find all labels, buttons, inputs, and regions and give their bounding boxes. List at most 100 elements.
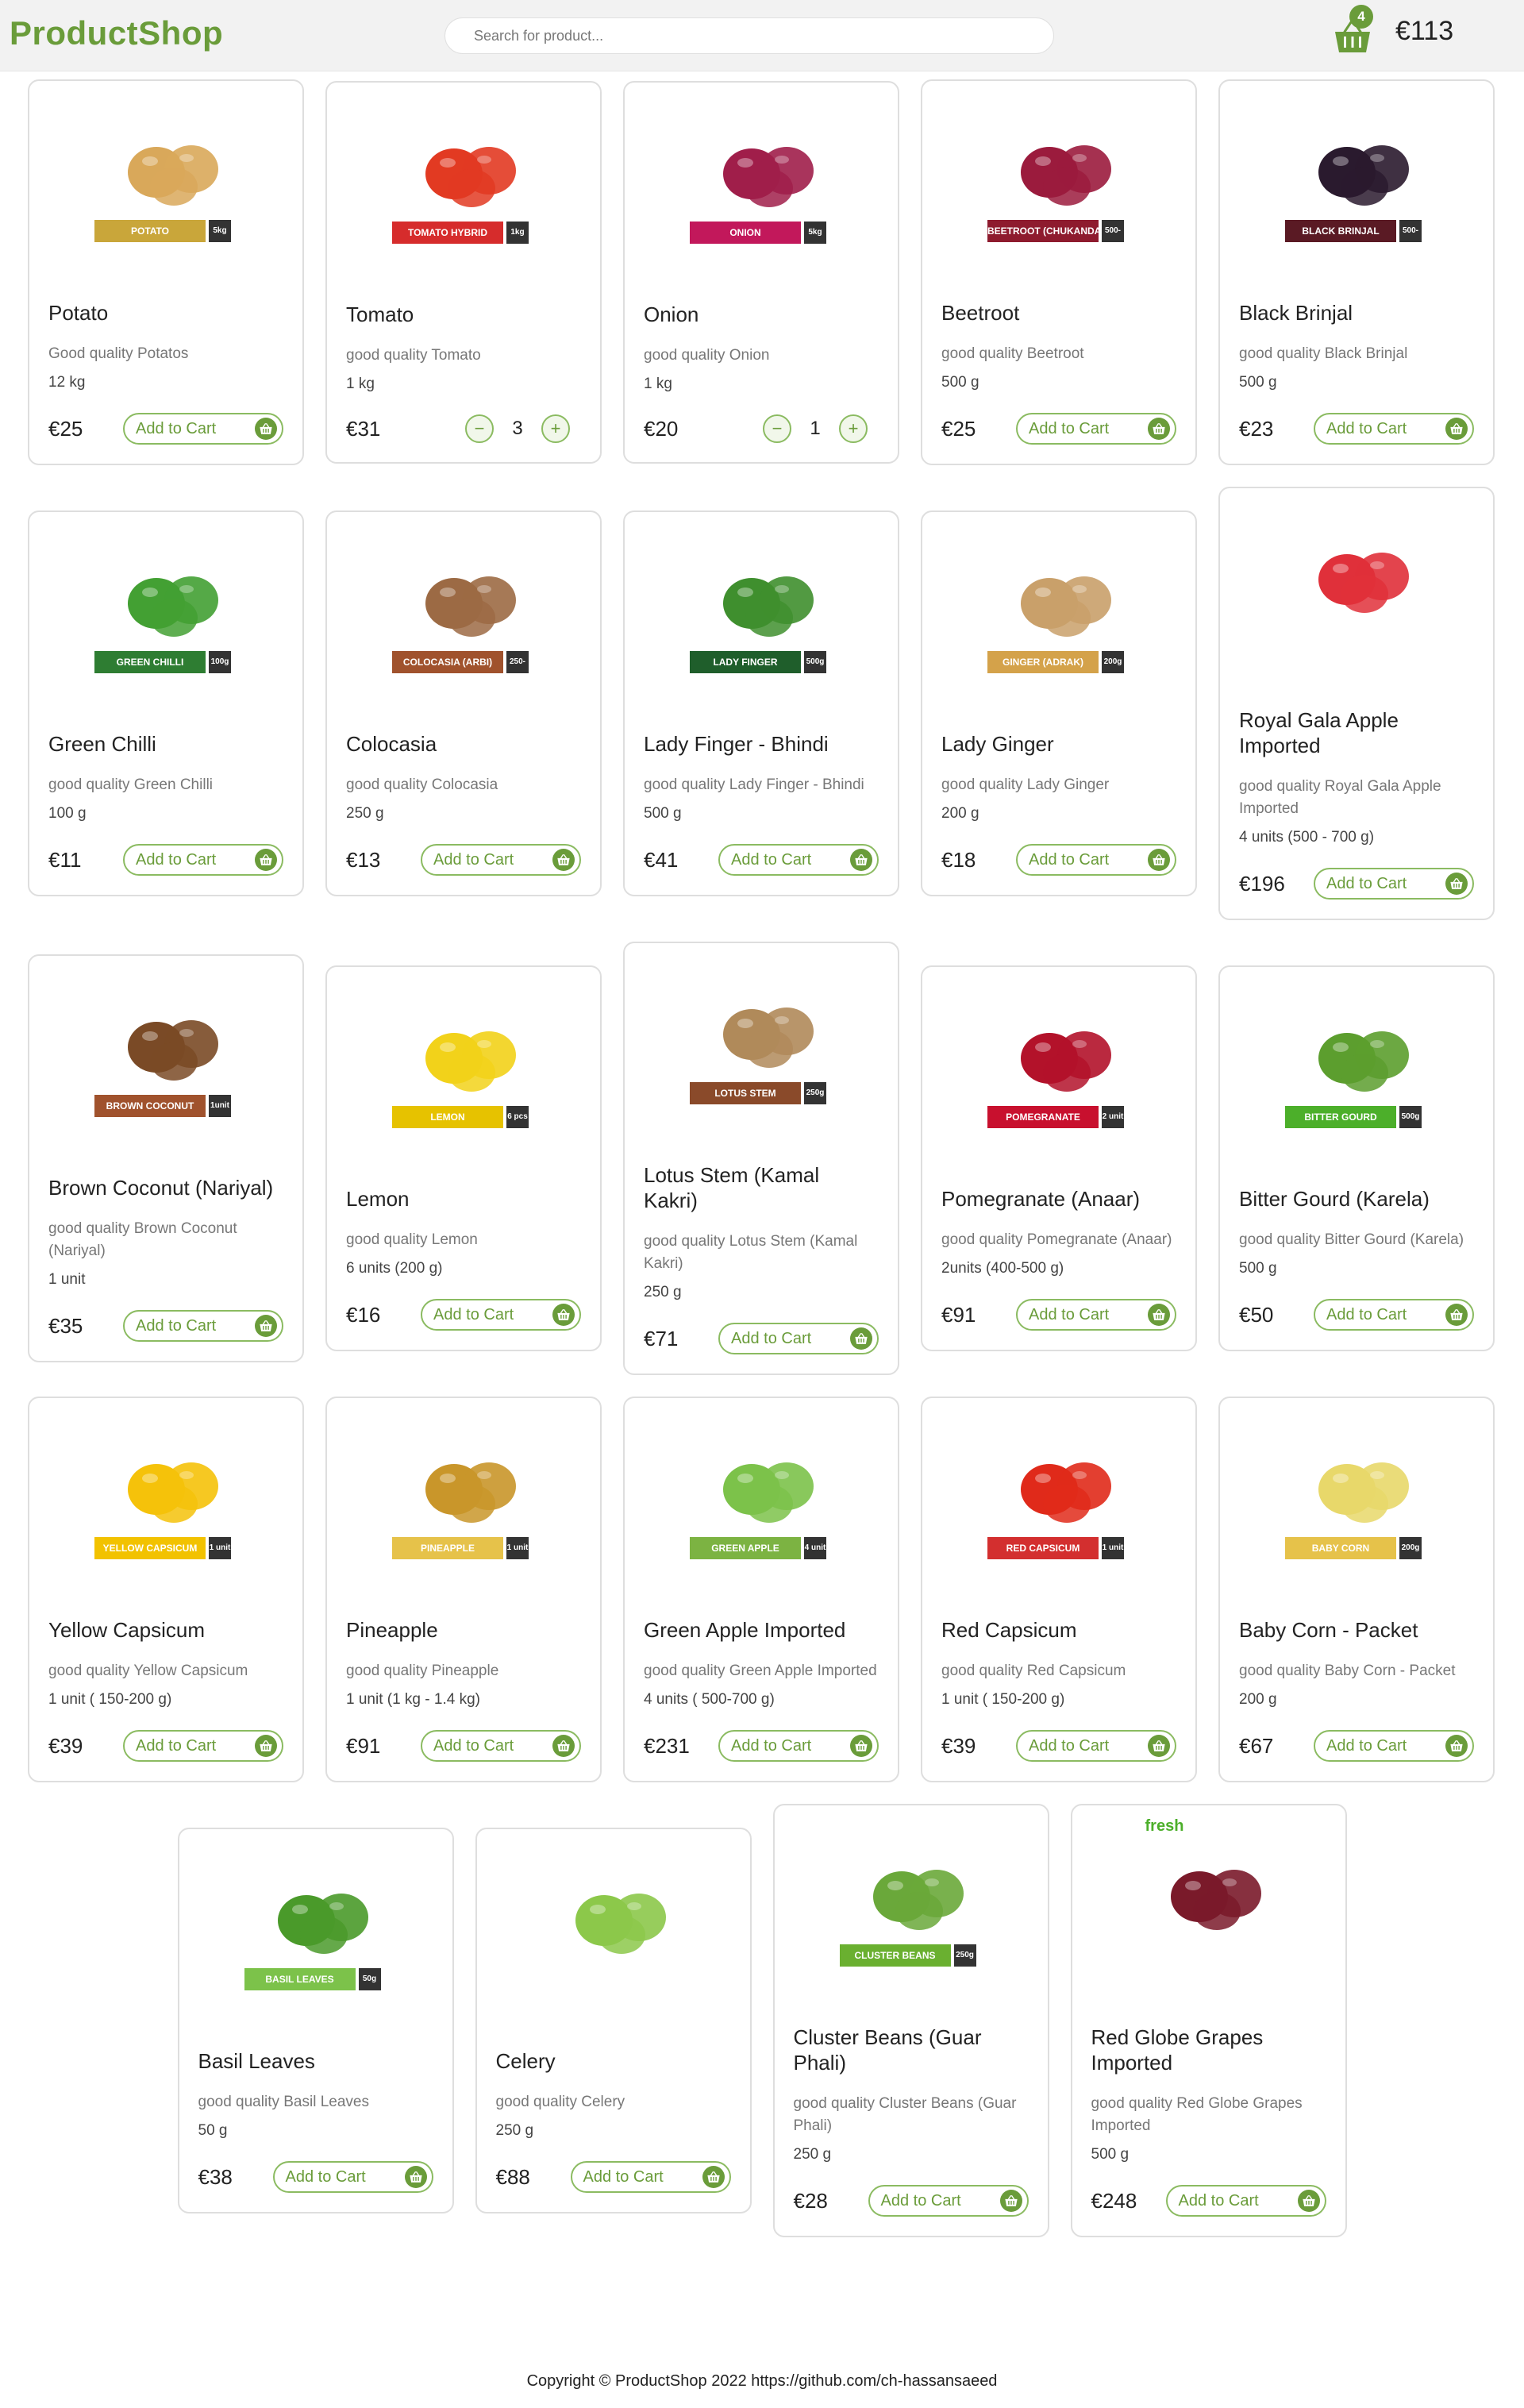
product-description: good quality Red Capsicum <box>941 1662 1126 1679</box>
quantity-stepper: −1 + <box>763 414 868 443</box>
onion-image-shape <box>723 147 814 207</box>
product-name: Pineapple <box>346 1618 438 1642</box>
basket-icon-svg <box>1153 423 1165 434</box>
product-weight-tag: 50g <box>358 1968 381 1990</box>
product-footer: €25 Add to Cart <box>48 413 283 445</box>
product-image: TOMATO HYBRID 1kg <box>346 83 581 297</box>
add-to-cart-label: Add to Cart <box>731 850 812 869</box>
product-weight-tag: 500g <box>804 651 826 673</box>
product-image <box>496 1829 731 2044</box>
colocasia-image-shape <box>425 576 516 637</box>
product-row: BASIL LEAVES 50g Basil Leaves good quality … <box>28 1804 1496 2237</box>
add-to-cart-button[interactable]: Add to Cart <box>421 1730 581 1762</box>
product-card: GREEN APPLE 4 unit Green Apple Imported goo… <box>623 1397 899 1782</box>
product-image: BEETROOT (CHUKANDAR)500-600g <box>941 81 1176 295</box>
product-label-tag: LEMON <box>392 1106 503 1128</box>
product-card: BLACK BRINJAL 500-700g Black Brinjal good q… <box>1218 79 1495 465</box>
product-name: Cluster Beans (Guar Phali) <box>793 2025 982 2075</box>
basket-icon <box>1148 1304 1170 1326</box>
add-to-cart-button[interactable]: Add to Cart <box>1314 1730 1474 1762</box>
add-to-cart-button[interactable]: Add to Cart <box>421 1299 581 1331</box>
add-to-cart-button[interactable]: Add to Cart <box>868 2185 1029 2217</box>
add-to-cart-label: Add to Cart <box>1029 1736 1110 1755</box>
product-name: Royal Gala Apple Imported <box>1239 708 1399 757</box>
basket-icon <box>255 418 277 440</box>
increase-button[interactable]: + <box>839 414 868 443</box>
product-quantity: 6 units (200 g) <box>346 1260 443 1277</box>
product-weight-tag: 1kg <box>506 222 529 244</box>
product-label-tag: RED CAPSICUM <box>987 1537 1099 1559</box>
basket-icon <box>255 1315 277 1337</box>
product-image: BITTER GOURD 500g <box>1239 967 1474 1181</box>
add-to-cart-button[interactable]: Add to Cart <box>718 1323 879 1354</box>
product-card: ONION 5kg Onion good quality Onion 1 kg €20 −1… <box>623 81 899 464</box>
brand-logo: fresh <box>1145 1817 1184 1835</box>
product-footer: €25 Add to Cart <box>941 413 1176 445</box>
search-input[interactable] <box>444 17 1054 54</box>
add-to-cart-button[interactable]: Add to Cart <box>1314 413 1474 445</box>
add-to-cart-button[interactable]: Add to Cart <box>1016 844 1176 876</box>
add-to-cart-button[interactable]: Add to Cart <box>1165 2185 1326 2217</box>
add-to-cart-button[interactable]: Add to Cart <box>123 1730 283 1762</box>
add-to-cart-button[interactable]: Add to Cart <box>123 844 283 876</box>
product-description: good quality Baby Corn - Packet <box>1239 1662 1456 1679</box>
basket-icon-svg <box>557 1309 570 1320</box>
product-card: LEMON 6 pcs Lemon good quality Lemon 6 units… <box>325 965 602 1351</box>
product-row: YELLOW CAPSICUM 1 unit Yellow Capsicum good… <box>28 1397 1496 1782</box>
product-image: BASIL LEAVES 50g <box>198 1829 433 2044</box>
product-label-tag: YELLOW CAPSICUM <box>94 1537 206 1559</box>
product-footer: €91 Add to Cart <box>941 1299 1176 1331</box>
bitter-gourd-image-shape <box>1318 1031 1409 1092</box>
basket-icon-svg <box>260 423 272 434</box>
product-price: €50 <box>1239 1302 1274 1327</box>
product-quantity: 100 g <box>48 805 87 822</box>
product-quantity: 1 kg <box>346 376 375 392</box>
product-label-tag: CLUSTER BEANS <box>839 1944 951 1967</box>
add-to-cart-button[interactable]: Add to Cart <box>272 2161 433 2193</box>
basket-icon <box>255 1735 277 1757</box>
increase-button[interactable]: + <box>541 414 570 443</box>
product-label-tag: PINEAPPLE <box>392 1537 503 1559</box>
site-logo[interactable]: ProductShop <box>10 14 223 52</box>
add-to-cart-button[interactable]: Add to Cart <box>1314 868 1474 900</box>
top-header: ProductShop 4 €113 <box>0 0 1524 71</box>
basket-icon <box>999 2190 1022 2212</box>
add-to-cart-button[interactable]: Add to Cart <box>123 413 283 445</box>
add-to-cart-button[interactable]: Add to Cart <box>1016 1299 1176 1331</box>
add-to-cart-label: Add to Cart <box>433 850 514 869</box>
add-to-cart-button[interactable]: Add to Cart <box>1016 413 1176 445</box>
product-price: €16 <box>346 1302 381 1327</box>
pineapple-image-shape <box>425 1462 516 1523</box>
add-to-cart-button[interactable]: Add to Cart <box>718 1730 879 1762</box>
product-description: good quality Bitter Gourd (Karela) <box>1239 1231 1464 1248</box>
product-weight-tag: 200g <box>1102 651 1124 673</box>
product-image: YELLOW CAPSICUM 1 unit <box>48 1398 283 1612</box>
product-weight-tag: 200g <box>1399 1537 1422 1559</box>
product-description: good quality Yellow Capsicum <box>48 1662 248 1679</box>
add-to-cart-label: Add to Cart <box>1326 1736 1407 1755</box>
product-image: GINGER (ADRAK) 200g <box>941 512 1176 726</box>
product-description: good quality Green Apple Imported <box>644 1662 877 1679</box>
product-card: GREEN CHILLI 100g Green Chilli good quality… <box>28 510 304 896</box>
red-capsicum-image: RED CAPSICUM 1 unit <box>987 1426 1130 1585</box>
add-to-cart-button[interactable]: Add to Cart <box>1314 1299 1474 1331</box>
potato-image: POTATO 5kg <box>94 109 237 268</box>
decrease-button[interactable]: − <box>465 414 494 443</box>
product-label-tag: BROWN COCONUT <box>94 1095 206 1117</box>
product-card: CLUSTER BEANS 250g Cluster Beans (Guar Pha… <box>772 1804 1049 2237</box>
add-to-cart-button[interactable]: Add to Cart <box>570 2161 731 2193</box>
add-to-cart-button[interactable]: Add to Cart <box>1016 1730 1176 1762</box>
product-description: good quality Brown Coconut (Nariyal) <box>48 1220 237 1259</box>
add-to-cart-button[interactable]: Add to Cart <box>421 844 581 876</box>
add-to-cart-button[interactable]: Add to Cart <box>123 1310 283 1342</box>
basket-icon-svg <box>855 854 868 865</box>
add-to-cart-button[interactable]: Add to Cart <box>718 844 879 876</box>
product-price: €18 <box>941 847 976 872</box>
basket-icon <box>1297 2190 1320 2212</box>
product-label-tag: BASIL LEAVES <box>244 1968 356 1990</box>
coconut-image: BROWN COCONUT 1unit <box>94 984 237 1142</box>
product-weight-tag: 1 unit <box>1102 1537 1124 1559</box>
basket-icon <box>1148 1735 1170 1757</box>
cart-total: €113 <box>1395 16 1454 46</box>
decrease-button[interactable]: − <box>763 414 791 443</box>
